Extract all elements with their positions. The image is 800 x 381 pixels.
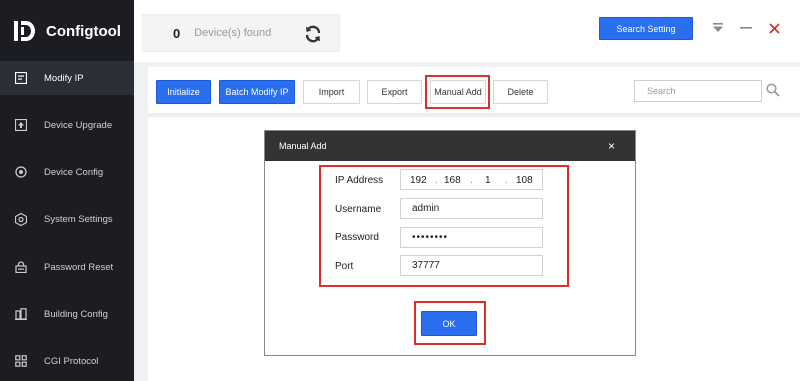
app-logo: Configtool	[12, 18, 121, 44]
username-label: Username	[335, 204, 382, 215]
export-button[interactable]: Export	[367, 80, 422, 104]
port-label: Port	[335, 261, 354, 272]
building-icon	[14, 307, 28, 321]
lock-icon	[14, 260, 28, 274]
menu-dropdown-icon[interactable]	[711, 20, 725, 36]
search-icon[interactable]	[766, 83, 780, 102]
minimize-icon[interactable]	[739, 20, 753, 36]
import-button[interactable]: Import	[303, 80, 360, 104]
ip-separator: .	[435, 175, 438, 186]
sidebar-item-cgi-protocol[interactable]: CGI Protocol	[0, 344, 134, 378]
sidebar-item-label: Modify IP	[44, 72, 84, 84]
sidebar-item-label: Device Upgrade	[44, 119, 113, 131]
close-window-icon[interactable]	[767, 20, 781, 36]
sidebar-item-password-reset[interactable]: Password Reset	[0, 250, 134, 284]
settings-icon	[14, 212, 28, 226]
device-count: 0	[173, 25, 181, 41]
dialog-title: Manual Add	[279, 141, 327, 151]
search-input[interactable]: Search	[634, 80, 762, 102]
sidebar-item-device-upgrade[interactable]: Device Upgrade	[0, 108, 134, 142]
port-field[interactable]: 37777	[400, 255, 543, 276]
upgrade-icon	[14, 118, 28, 132]
username-field[interactable]: admin	[400, 198, 543, 219]
device-counter: 0 Device(s) found	[142, 14, 340, 52]
config-icon	[14, 165, 28, 179]
sidebar-item-system-settings[interactable]: System Settings	[0, 202, 134, 236]
sidebar-item-building-config[interactable]: Building Config	[0, 297, 134, 331]
initialize-button[interactable]: Initialize	[156, 80, 211, 104]
sidebar-item-modify-ip[interactable]: Modify IP	[0, 61, 134, 95]
ip-separator: .	[505, 175, 508, 186]
toolbar-divider	[148, 113, 800, 117]
modify-ip-icon	[14, 71, 28, 85]
dialog-close-icon[interactable]: ×	[608, 139, 615, 153]
configtool-logo-icon	[12, 18, 36, 44]
ip-octet-2: 168	[444, 175, 461, 186]
refresh-icon[interactable]	[303, 24, 323, 49]
app-title: Configtool	[46, 22, 121, 40]
sidebar: Configtool Modify IP Device Upgrade Devi…	[0, 0, 134, 381]
delete-button[interactable]: Delete	[493, 80, 548, 104]
ok-button[interactable]: OK	[421, 311, 477, 336]
sidebar-item-label: System Settings	[44, 213, 113, 225]
device-count-label: Device(s) found	[194, 27, 272, 39]
manual-add-highlight	[425, 75, 490, 109]
sidebar-item-label: Device Config	[44, 166, 104, 178]
batch-modify-ip-button[interactable]: Batch Modify IP	[219, 80, 295, 104]
top-bar: 0 Device(s) found Search Setting	[134, 0, 800, 62]
search-setting-button[interactable]: Search Setting	[599, 17, 693, 40]
sidebar-item-label: CGI Protocol	[44, 355, 99, 367]
password-field[interactable]: ••••••••	[400, 227, 543, 248]
sidebar-item-label: Building Config	[44, 308, 108, 320]
ip-octet-3: 1	[485, 175, 491, 186]
sidebar-item-device-config[interactable]: Device Config	[0, 155, 134, 189]
dialog-header: Manual Add ×	[265, 131, 635, 161]
cgi-icon	[14, 354, 28, 368]
password-label: Password	[335, 232, 379, 243]
ip-address-label: IP Address	[335, 175, 384, 186]
ip-separator: .	[470, 175, 473, 186]
ip-octet-1: 192	[410, 175, 427, 186]
ip-octet-4: 108	[516, 175, 533, 186]
sidebar-item-label: Password Reset	[44, 261, 114, 273]
